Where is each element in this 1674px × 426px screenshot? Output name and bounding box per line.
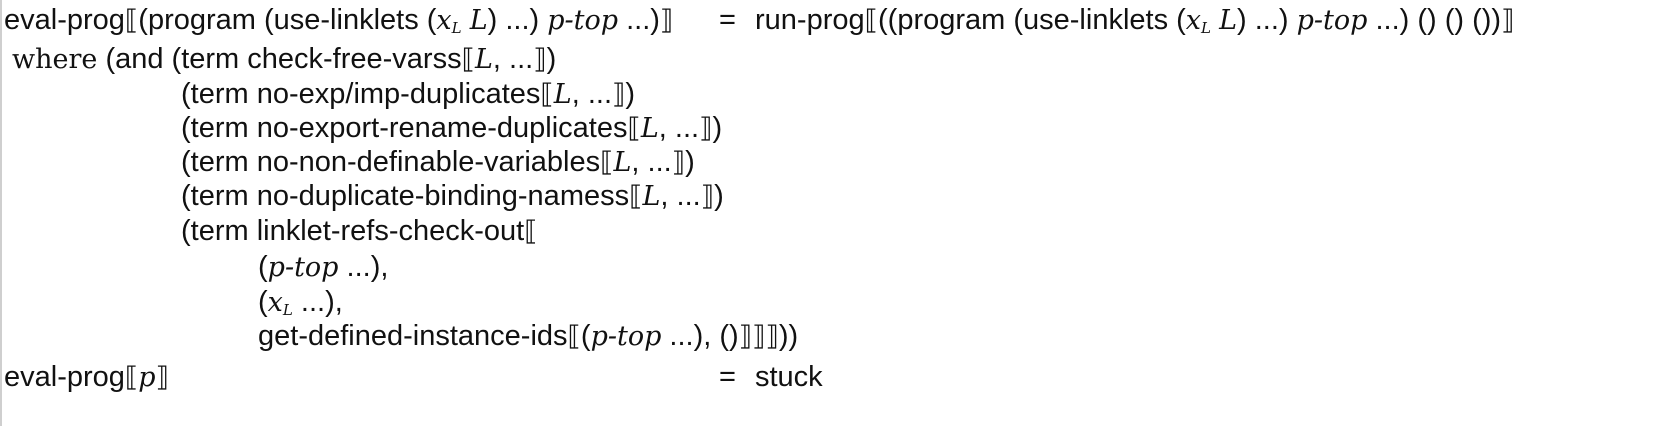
rule-1-eq: = — [719, 4, 736, 36]
where-clause: where (and (term check-free-varss⟦L, ...… — [12, 43, 557, 75]
rule-1-rhs: run-prog⟦((program (use-linklets (xL L) … — [755, 4, 1515, 37]
condition-2: (term no-exp/imp-duplicates⟦L, ...⟧) — [181, 78, 636, 110]
run-prog-fn: run-prog — [755, 4, 865, 36]
left-border — [0, 0, 2, 426]
rule-2-rhs: stuck — [755, 361, 823, 393]
where-keyword: where — [12, 44, 98, 75]
argument-1: (p-top ...), — [258, 251, 389, 283]
rule-1-lhs: eval-prog⟦(program (use-linklets (xL L) … — [4, 4, 674, 37]
condition-5: (term no-duplicate-binding-namess⟦L, ...… — [181, 180, 724, 212]
argument-3: get-defined-instance-ids⟦(p-top ...), ()… — [258, 320, 799, 352]
condition-4: (term no-non-definable-variables⟦L, ...⟧… — [181, 146, 695, 178]
eval-prog-fn: eval-prog — [4, 4, 125, 36]
rule-2-lhs: eval-prog⟦p⟧ — [4, 361, 169, 393]
condition-3: (term no-export-rename-duplicates⟦L, ...… — [181, 112, 723, 144]
condition-6: (term linklet-refs-check-out⟦ — [181, 215, 538, 247]
rule-2-eq: = — [719, 361, 736, 393]
p-top-var: p-top — [547, 5, 619, 36]
